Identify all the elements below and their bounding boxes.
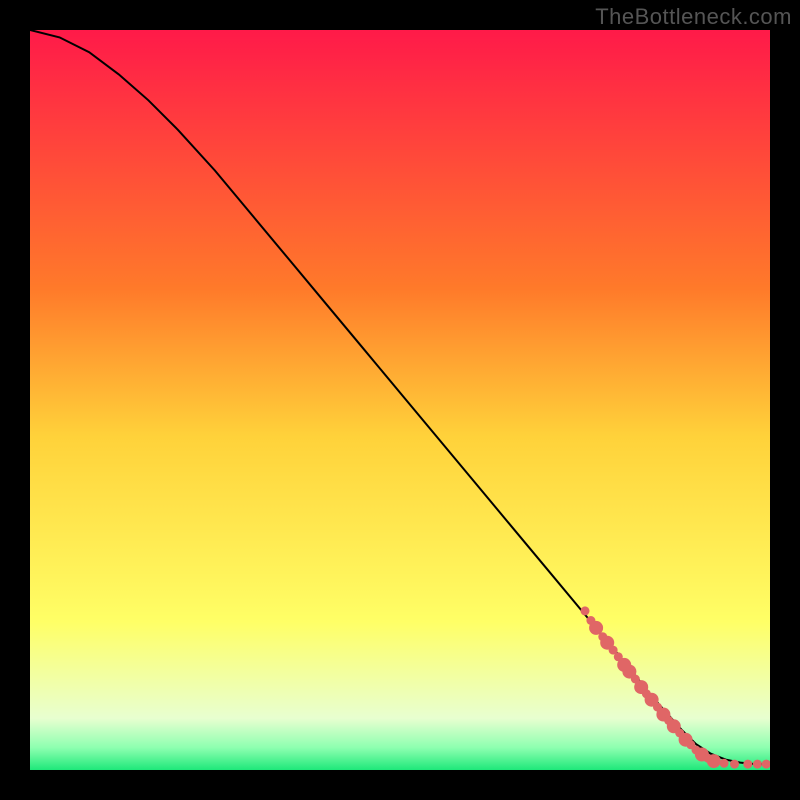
scatter-point <box>581 606 590 615</box>
scatter-point <box>753 760 762 769</box>
gradient-rect <box>30 30 770 770</box>
scatter-point <box>743 760 752 769</box>
watermark-text: TheBottleneck.com <box>595 4 792 30</box>
chart-svg <box>30 30 770 770</box>
plot-area <box>30 30 770 770</box>
scatter-point <box>730 760 739 769</box>
scatter-point <box>720 759 729 768</box>
scatter-point <box>707 754 721 768</box>
chart-frame: TheBottleneck.com <box>0 0 800 800</box>
